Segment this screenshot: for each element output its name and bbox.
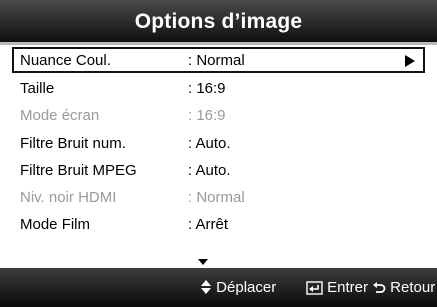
- menu-row-taille[interactable]: Taille : 16:9: [12, 75, 425, 102]
- row-value: : 16:9: [188, 107, 226, 124]
- row-label: Mode écran: [20, 107, 100, 124]
- row-value: : Auto.: [188, 135, 231, 152]
- menu-title: Options d’image: [0, 0, 437, 44]
- menu-row-nuance-coul[interactable]: Nuance Coul. : Normal: [12, 47, 425, 73]
- enter-label: Entrer: [327, 279, 369, 296]
- row-label: Niv. noir HDMI: [20, 189, 117, 206]
- enter-hint[interactable]: Entrer: [306, 279, 368, 297]
- move-label: Déplacer: [216, 279, 277, 296]
- row-label: Taille: [20, 80, 55, 97]
- menu-row-filtre-bruit-mpeg[interactable]: Filtre Bruit MPEG : Auto.: [12, 157, 425, 184]
- return-label: Retour: [390, 279, 436, 296]
- row-value: : Normal: [188, 52, 245, 69]
- submenu-arrow-icon: [405, 55, 415, 67]
- row-value: : 16:9: [188, 80, 226, 97]
- row-label: Mode Film: [20, 216, 91, 233]
- menu-row-mode-ecran: Mode écran : 16:9: [12, 102, 425, 129]
- key-guide-bar: Déplacer Entrer Retour: [0, 268, 437, 307]
- row-value: : Arrêt: [188, 216, 229, 233]
- return-hint[interactable]: Retour: [372, 279, 435, 297]
- return-icon: [373, 282, 386, 293]
- row-label: Filtre Bruit num.: [20, 135, 126, 152]
- enter-icon: [306, 281, 323, 295]
- up-down-arrow-icon: [201, 280, 211, 294]
- row-value: : Auto.: [188, 162, 231, 179]
- scroll-down-arrow-icon[interactable]: [198, 259, 208, 265]
- row-label: Nuance Coul.: [20, 52, 111, 69]
- picture-options-osd: Options d’image Nuance Coul. : Normal Ta…: [0, 0, 437, 307]
- row-label: Filtre Bruit MPEG: [20, 162, 137, 179]
- menu-row-filtre-bruit-num[interactable]: Filtre Bruit num. : Auto.: [12, 130, 425, 157]
- menu-row-niv-noir-hdmi: Niv. noir HDMI : Normal: [12, 184, 425, 211]
- menu-row-mode-film[interactable]: Mode Film : Arrêt: [12, 211, 425, 238]
- move-hint[interactable]: Déplacer: [200, 279, 276, 297]
- options-list: Nuance Coul. : Normal Taille : 16:9 Mode…: [0, 45, 437, 268]
- row-value: : Normal: [188, 189, 245, 206]
